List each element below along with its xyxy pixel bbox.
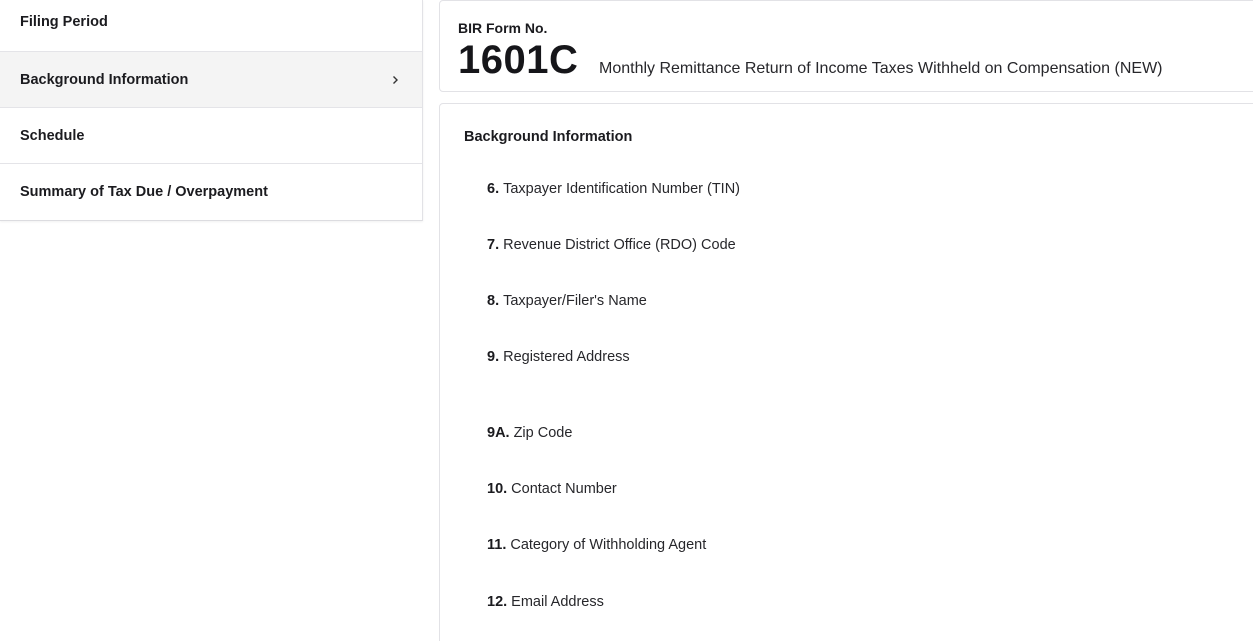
sidebar-item-label: Filing Period xyxy=(20,14,108,30)
field-number: 8. xyxy=(487,293,500,309)
section-title: Background Information xyxy=(464,129,633,145)
background-information-card: Background Information 6. Taxpayer Identi… xyxy=(439,103,1253,641)
field-email-address: 12. Email Address xyxy=(487,594,604,610)
field-label: Category of Withholding Agent xyxy=(510,537,707,553)
field-registered-address: 9. Registered Address xyxy=(487,349,630,365)
sidebar-item-filing-period[interactable]: Filing Period xyxy=(0,0,422,52)
sidebar-item-label: Schedule xyxy=(20,127,85,144)
field-label: Taxpayer Identification Number (TIN) xyxy=(503,181,741,197)
sidebar-item-summary-of-tax-due[interactable]: Summary of Tax Due / Overpayment xyxy=(0,164,422,220)
form-label: BIR Form No. xyxy=(458,20,548,36)
field-label: Email Address xyxy=(511,594,604,610)
field-category-withholding-agent: 11. Category of Withholding Agent xyxy=(487,537,706,553)
form-number: 1601C xyxy=(458,38,579,82)
page: Filing Period Background Information Sch… xyxy=(0,0,1253,641)
chevron-right-icon xyxy=(390,75,400,85)
form-title: Monthly Remittance Return of Income Taxe… xyxy=(599,60,1163,77)
sidebar-item-label: Background Information xyxy=(20,71,189,88)
field-rdo-code: 7. Revenue District Office (RDO) Code xyxy=(487,237,736,253)
field-number: 10. xyxy=(487,481,508,497)
field-number: 6. xyxy=(487,181,500,197)
sidebar-item-schedule[interactable]: Schedule xyxy=(0,108,422,164)
field-number: 9A. xyxy=(487,425,510,441)
field-label: Revenue District Office (RDO) Code xyxy=(503,237,736,253)
sidebar-nav: Filing Period Background Information Sch… xyxy=(0,0,423,221)
field-contact-number: 10. Contact Number xyxy=(487,481,617,497)
field-number: 12. xyxy=(487,594,508,610)
field-number: 11. xyxy=(487,537,507,553)
field-number: 7. xyxy=(487,237,500,253)
sidebar-item-background-information[interactable]: Background Information xyxy=(0,52,422,108)
field-label: Zip Code xyxy=(513,425,573,441)
form-header-card: BIR Form No. 1601C Monthly Remittance Re… xyxy=(439,0,1253,92)
field-label: Taxpayer/Filer's Name xyxy=(503,293,647,309)
field-tin: 6. Taxpayer Identification Number (TIN) xyxy=(487,181,740,197)
field-taxpayer-name: 8. Taxpayer/Filer's Name xyxy=(487,293,647,309)
field-number: 9. xyxy=(487,349,500,365)
field-label: Contact Number xyxy=(511,481,617,497)
sidebar-item-label: Summary of Tax Due / Overpayment xyxy=(20,184,268,200)
field-zip-code: 9A. Zip Code xyxy=(487,425,572,441)
field-label: Registered Address xyxy=(503,349,630,365)
